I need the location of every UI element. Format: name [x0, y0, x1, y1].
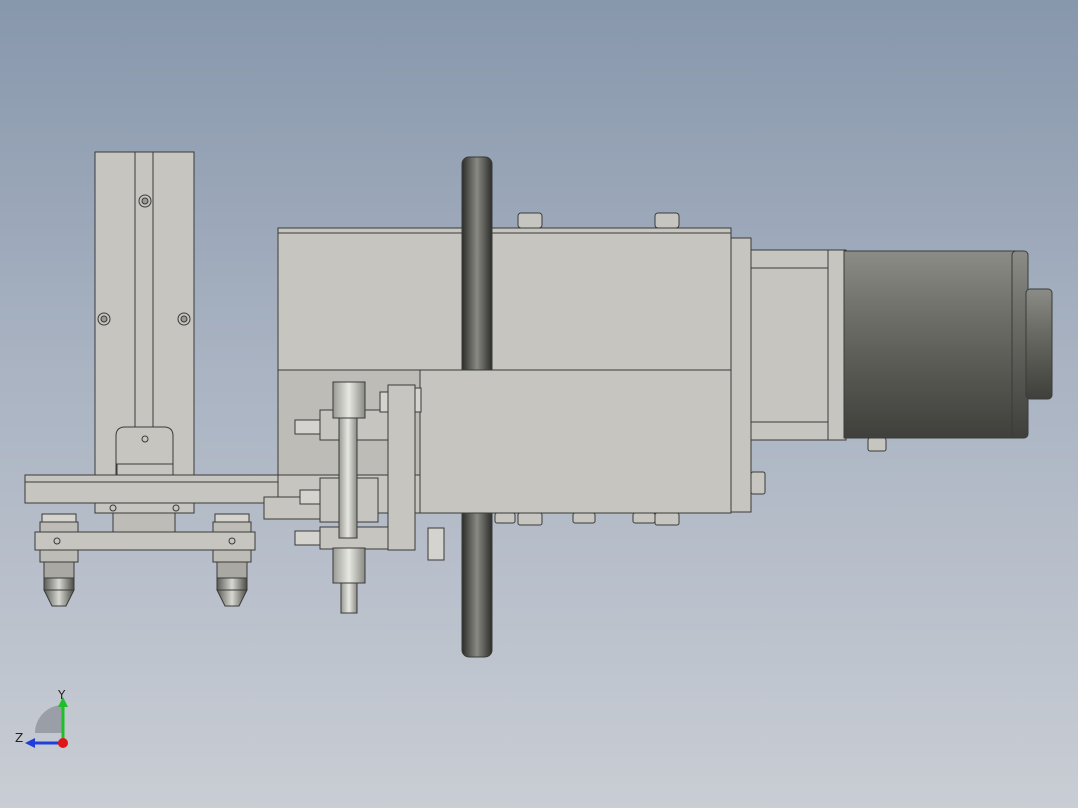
triad-arc — [35, 705, 63, 733]
slide-column — [94, 151, 195, 483]
gearbox-flange — [750, 249, 857, 441]
horizontal-arm — [24, 474, 296, 551]
z-axis-label: Z — [15, 731, 24, 745]
suction-nozzle-right — [212, 513, 252, 607]
y-axis-label: Y — [58, 688, 66, 702]
motor — [843, 250, 1053, 452]
assembly-drawing — [24, 151, 1053, 658]
coordinate-triad — [25, 697, 68, 748]
cad-viewport[interactable]: Y Z — [0, 0, 1078, 808]
x-axis-dot — [58, 738, 68, 748]
suction-nozzle-left — [39, 513, 79, 607]
top-bolts — [517, 212, 680, 229]
